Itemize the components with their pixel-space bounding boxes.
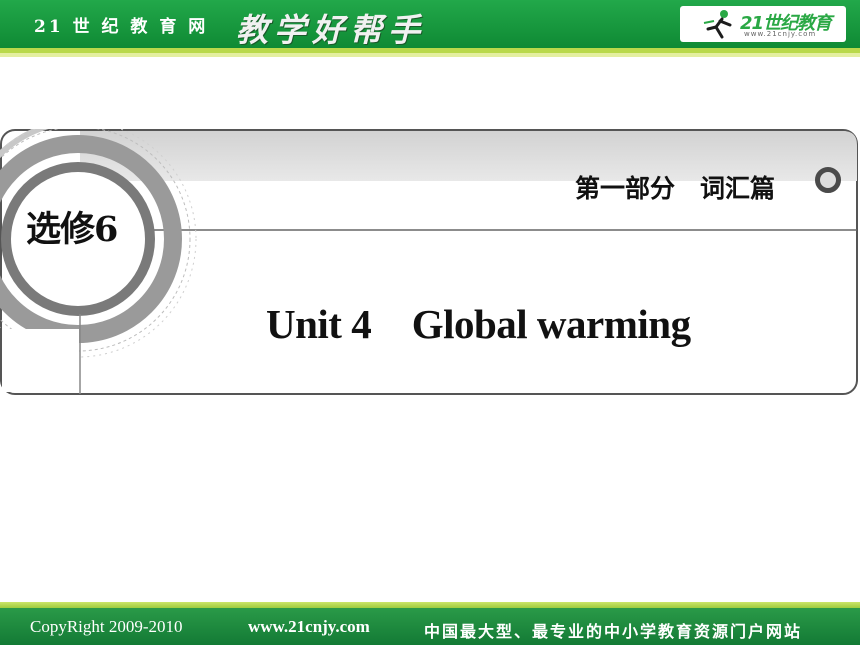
header-accent-strip-light [0,53,860,57]
book-label: 选修6 [26,209,118,250]
site-logo: 21世纪教育 www.21cnjy.com [680,6,846,42]
logo-url: www.21cnjy.com [744,30,817,38]
running-figure-icon [703,10,732,39]
unit-title: Unit 4 Global warming [266,301,691,347]
copyright-text: CopyRight 2009-2010 [30,617,183,636]
header-slogan: 教学好帮手 [236,11,427,49]
ring-icon [815,167,841,193]
footer-slogan: 中国最大型、最专业的中小学教育资源门户网站 [424,622,803,641]
website-link[interactable]: www.21cnjy.com [248,617,370,637]
brand-name: 21 世 纪 教 育 网 [34,17,209,37]
part-label: 第一部分 词汇篇 [575,174,776,203]
